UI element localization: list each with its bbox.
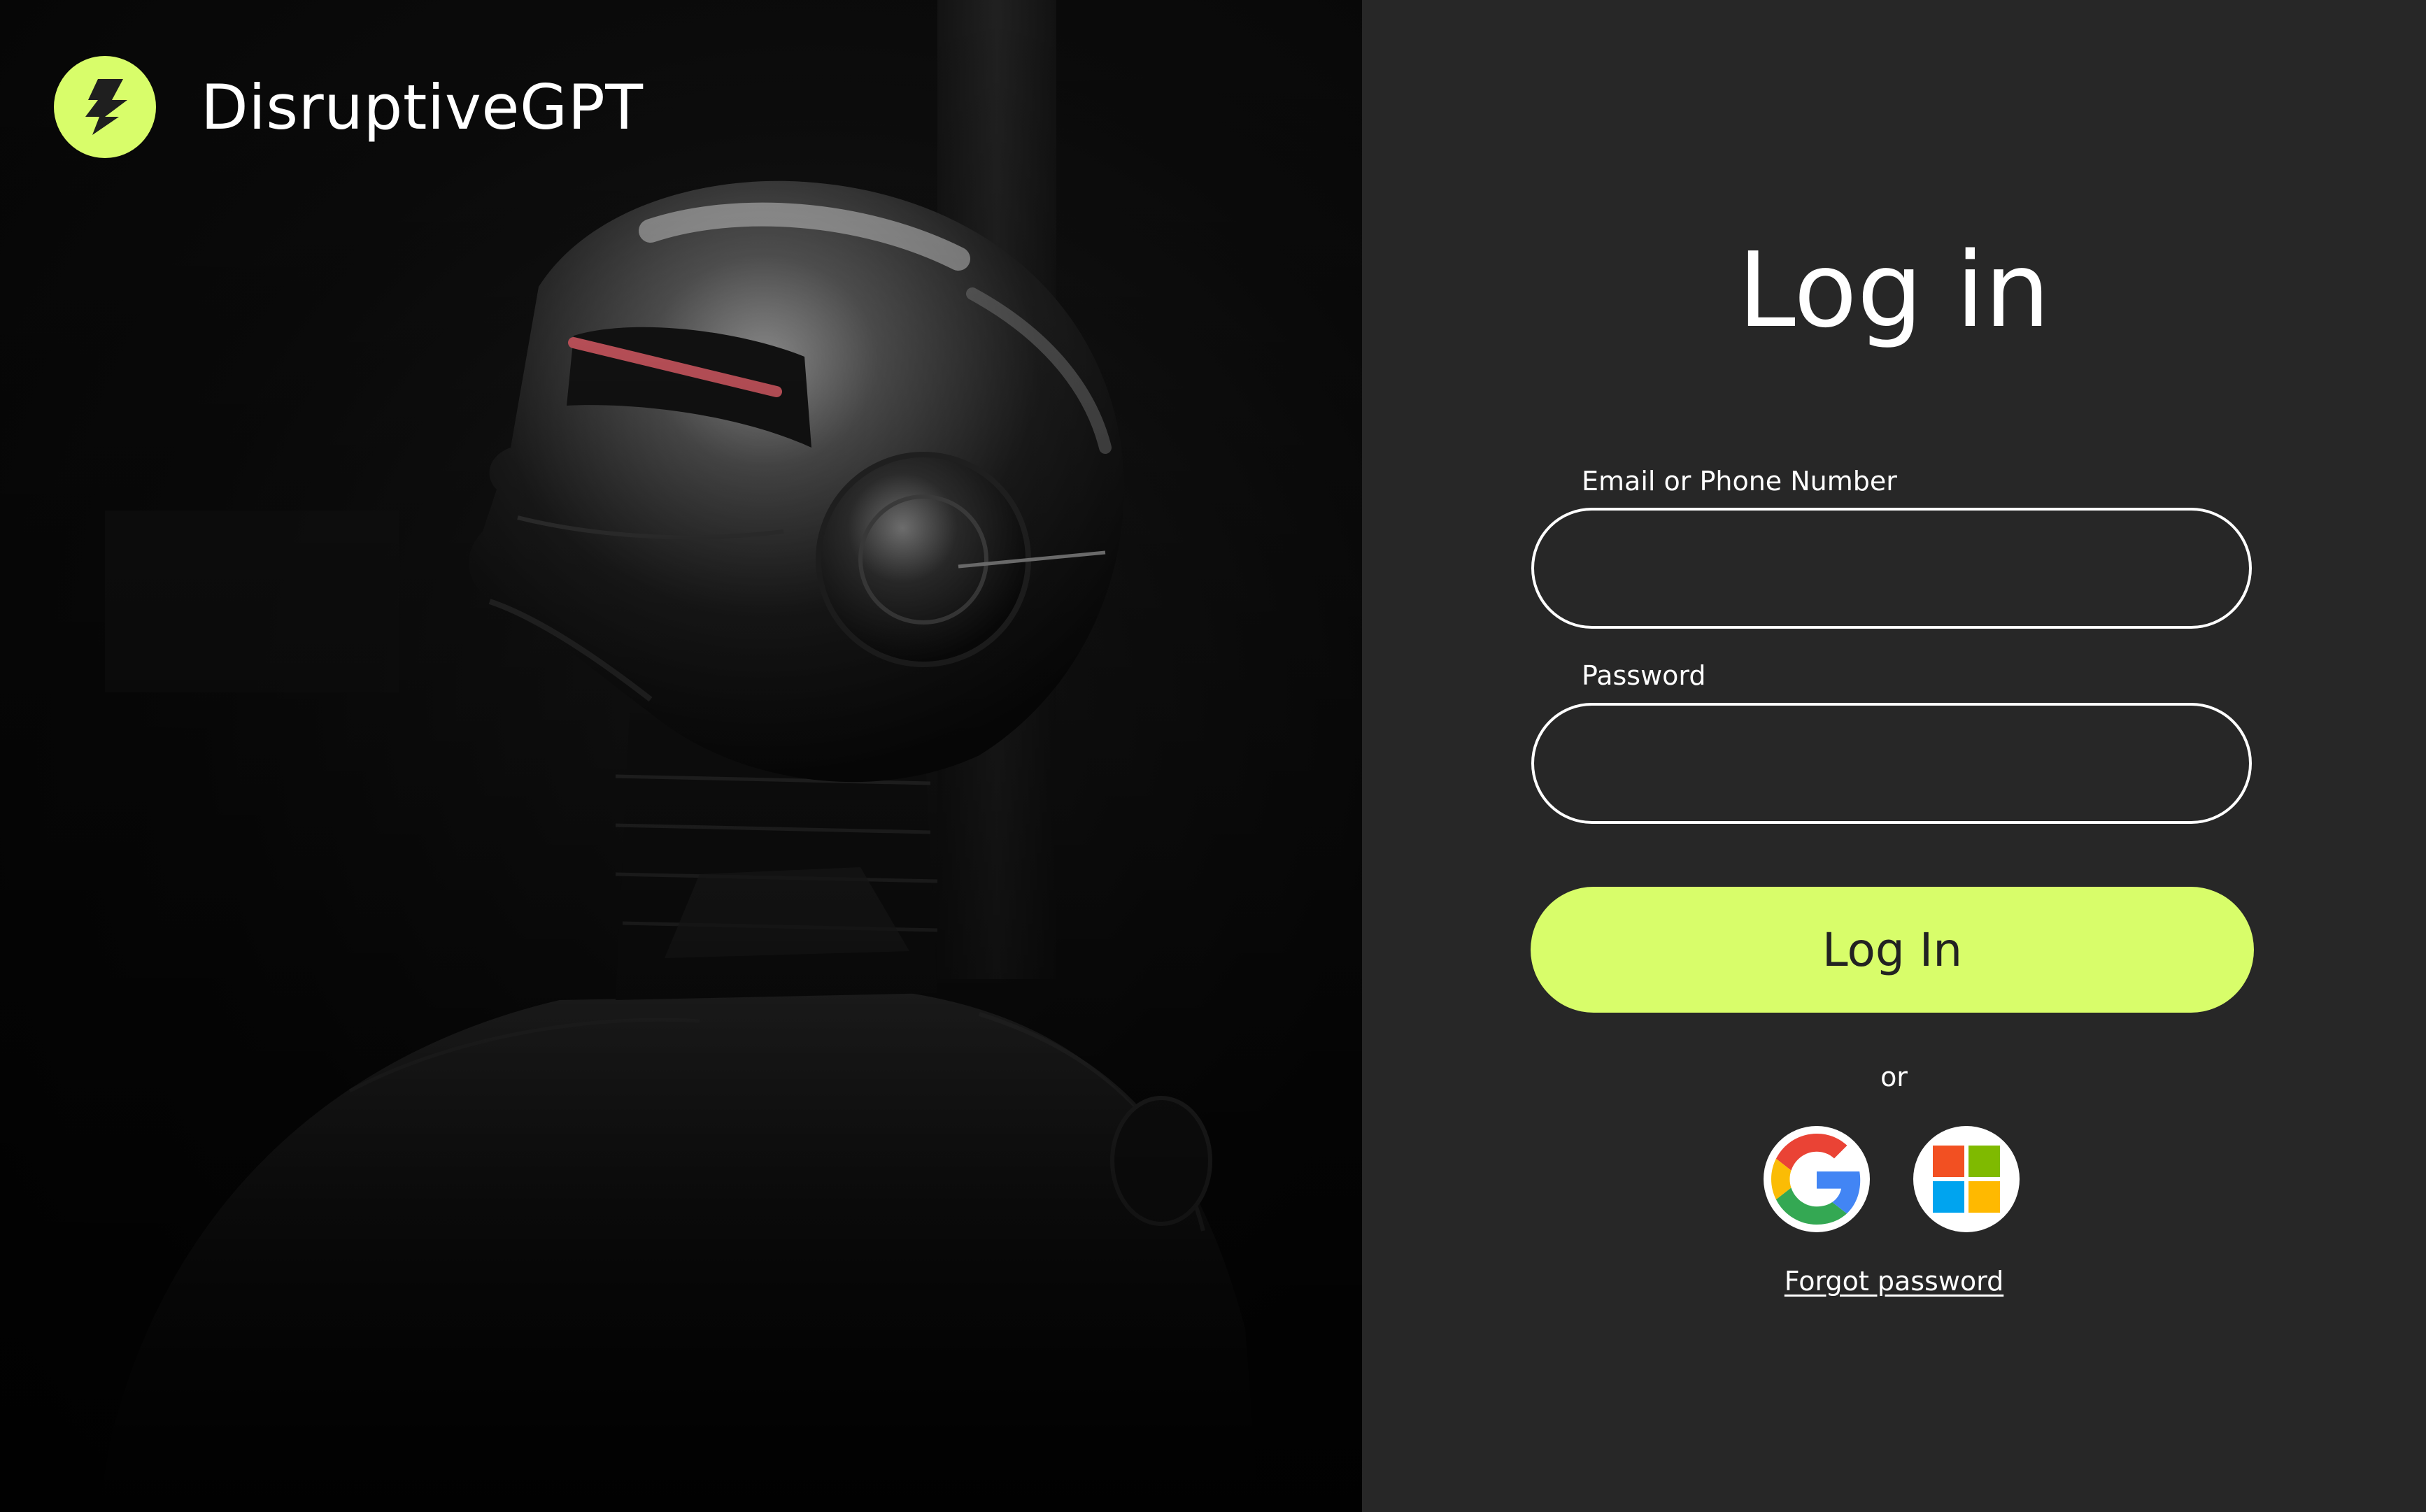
- login-button[interactable]: Log In: [1531, 887, 2254, 1013]
- brand-name: DisruptiveGPT: [201, 71, 644, 143]
- google-login-button[interactable]: [1764, 1126, 1870, 1232]
- login-panel: Log in Email or Phone Number Password Lo…: [1362, 0, 2426, 1512]
- email-label: Email or Phone Number: [1582, 466, 1897, 497]
- google-icon: [1771, 1134, 1861, 1225]
- brand[interactable]: DisruptiveGPT: [54, 56, 644, 158]
- microsoft-icon: [1933, 1146, 2000, 1213]
- or-divider: or: [1880, 1062, 1908, 1092]
- lightning-bolt-icon: [54, 56, 156, 158]
- hero-panel: DisruptiveGPT: [0, 0, 1362, 1512]
- password-field[interactable]: [1531, 703, 2252, 824]
- robot-hero-image: [0, 0, 1362, 1512]
- page-title: Log in: [1738, 230, 2050, 350]
- password-label: Password: [1582, 660, 1706, 691]
- microsoft-login-button[interactable]: [1913, 1126, 2020, 1232]
- forgot-password-link[interactable]: Forgot password: [1362, 1264, 2426, 1298]
- email-field[interactable]: [1531, 508, 2252, 629]
- login-page: DisruptiveGPT Log in Email or Phone Numb…: [0, 0, 2426, 1512]
